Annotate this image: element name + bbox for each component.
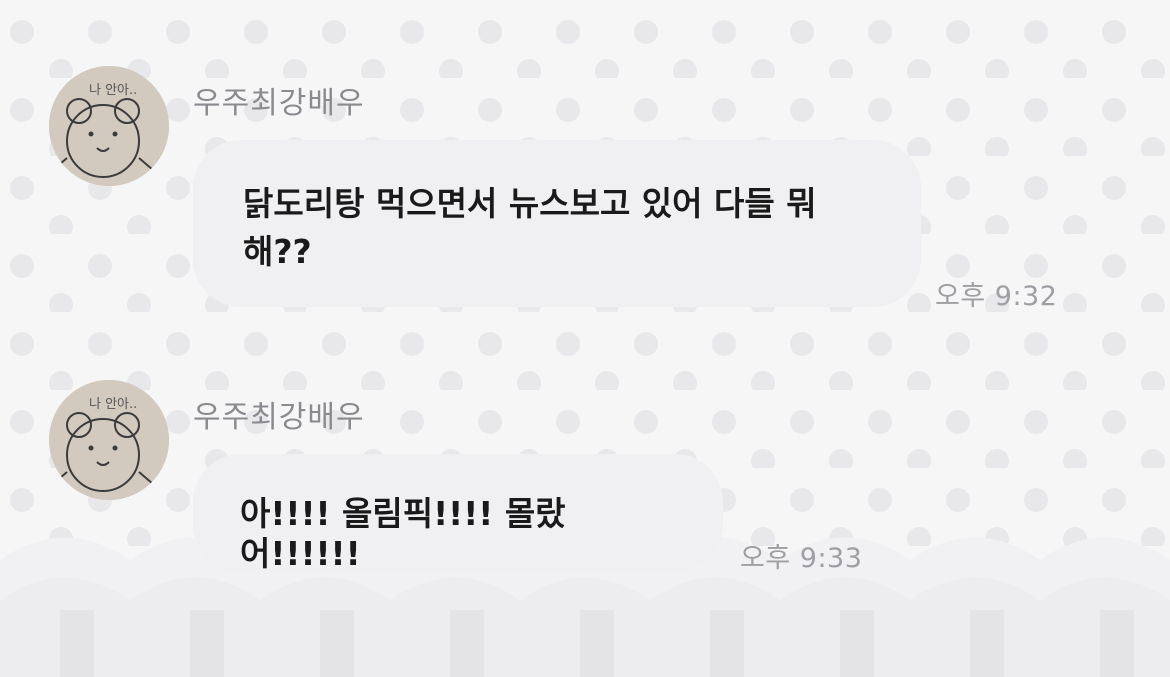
avatar-caption: 나 안아..: [89, 83, 137, 98]
message-text: 닭도리탕 먹으면서 뉴스보고 있어 다들 뭐해??: [243, 184, 817, 271]
message-bubble[interactable]: 닭도리탕 먹으면서 뉴스보고 있어 다들 뭐해??: [193, 140, 921, 307]
message-timestamp: 오후 9:32: [935, 281, 1058, 312]
message-timestamp: 오후 9:33: [740, 543, 863, 574]
message-bubble[interactable]: 아!!!! 올림픽!!!! 몰랐어!!!!!!: [193, 454, 723, 573]
bear-drawing-avatar-icon[interactable]: 나 안아..: [49, 66, 169, 186]
sender-name: 우주최강배우: [193, 86, 365, 121]
chat-background: [0, 0, 1170, 677]
bear-drawing-avatar-icon[interactable]: 나 안아..: [49, 380, 169, 500]
message-text: 아!!!! 올림픽!!!! 몰랐어!!!!!!: [240, 494, 566, 573]
avatar-caption: 나 안아..: [89, 397, 137, 412]
sender-name: 우주최강배우: [193, 400, 365, 435]
